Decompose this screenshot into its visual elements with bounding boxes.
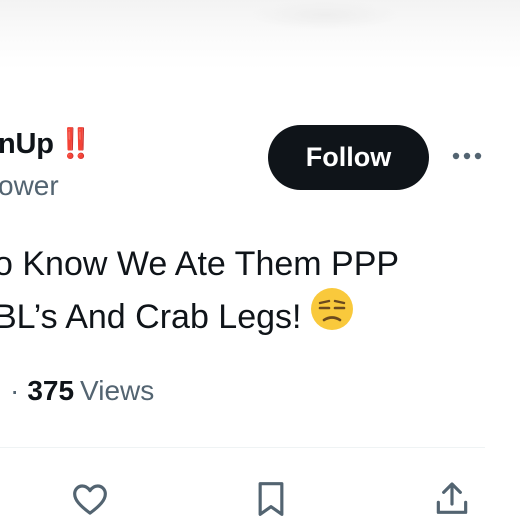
stats-separator: ·	[10, 375, 20, 406]
bookmark-icon	[258, 482, 284, 516]
share-icon	[436, 482, 468, 514]
tweet-stats: · 375 Views	[10, 375, 154, 407]
views-count: 375	[27, 375, 75, 406]
tweet-text-segment: BL’s And Crab Legs!	[0, 297, 302, 336]
views-label: Views	[80, 375, 155, 406]
tweet-text: o Know We Ate Them PPP BL’s And Crab Leg…	[0, 239, 399, 349]
like-button[interactable]	[69, 478, 111, 520]
unamused-face-icon	[309, 286, 355, 346]
tweet-text-line: o Know We Ate Them PPP	[0, 245, 400, 283]
double-exclamation-icon: ‼️	[57, 128, 94, 160]
heart-icon	[73, 484, 107, 515]
divider	[0, 447, 485, 448]
more-horizontal-icon	[452, 152, 482, 160]
follow-button[interactable]: Follow	[268, 125, 429, 190]
tweet-detail-view: nUp ‼️ ower Follow o Know We Ate Them PPP…	[0, 0, 520, 520]
more-options-button[interactable]	[449, 144, 485, 168]
header-shadow	[0, 0, 520, 70]
author-name-text: nUp	[0, 128, 54, 160]
author-subtitle: ower	[0, 170, 59, 201]
share-button[interactable]	[431, 478, 473, 520]
bookmark-button[interactable]	[250, 478, 292, 520]
author-display-name[interactable]: nUp ‼️	[0, 127, 94, 161]
tweet-text-line: BL’s And Crab Legs!	[0, 286, 399, 349]
